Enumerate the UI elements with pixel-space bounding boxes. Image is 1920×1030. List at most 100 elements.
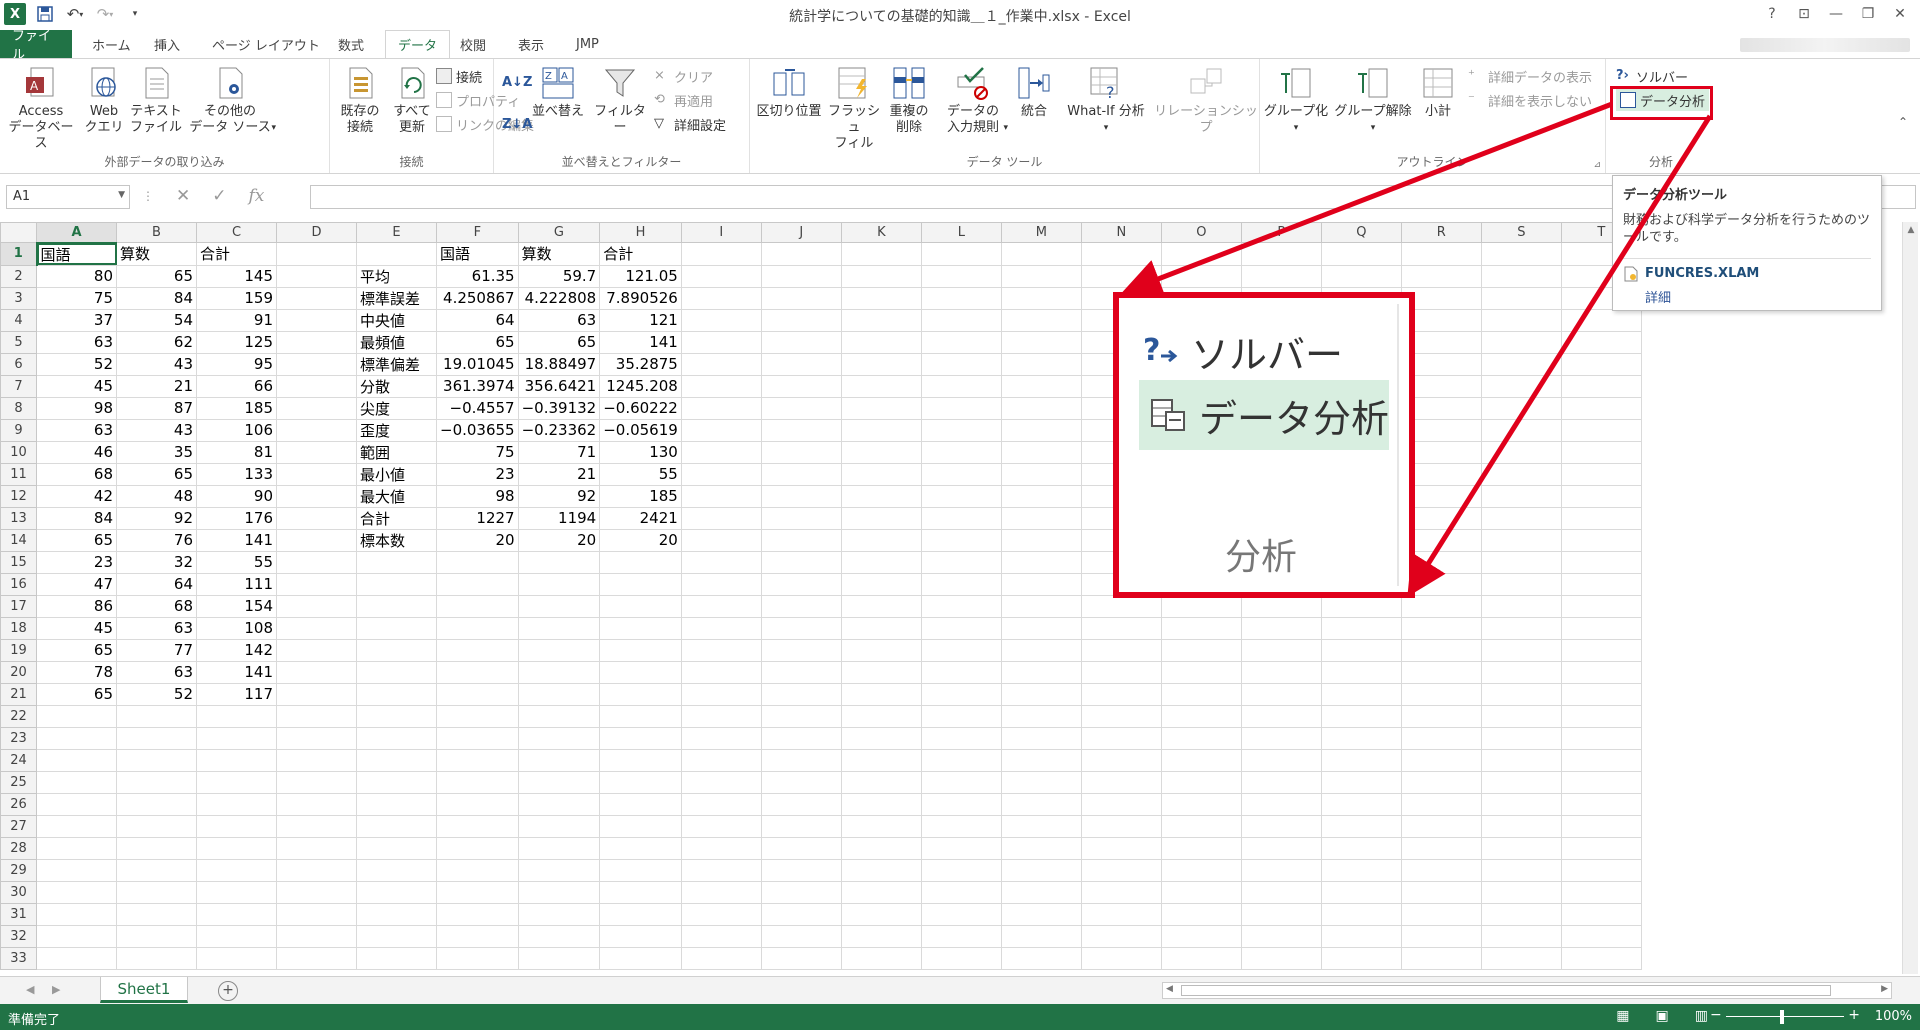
cell[interactable]: [840, 594, 922, 618]
cell[interactable]: 55: [196, 550, 277, 574]
tooltip-more-link[interactable]: 詳細: [1645, 287, 1671, 306]
cell[interactable]: [517, 770, 601, 794]
cell[interactable]: [680, 462, 762, 486]
cell[interactable]: 141: [196, 528, 277, 552]
cell[interactable]: 62: [116, 330, 197, 354]
cell[interactable]: [1560, 770, 1642, 794]
cell[interactable]: [1240, 924, 1322, 948]
cell[interactable]: [1560, 352, 1642, 376]
cell[interactable]: 23: [436, 462, 519, 486]
cell[interactable]: [1160, 946, 1242, 970]
cell[interactable]: [1480, 528, 1562, 552]
cell[interactable]: 81: [196, 440, 277, 464]
cell[interactable]: [1320, 616, 1402, 640]
cell[interactable]: [517, 902, 601, 926]
collapse-ribbon-icon[interactable]: ⌃: [1898, 115, 1908, 129]
cell[interactable]: [1560, 660, 1642, 684]
cell[interactable]: [1320, 924, 1402, 948]
clear-filter-button[interactable]: ⨯ クリア: [654, 65, 713, 87]
cell[interactable]: [1560, 572, 1642, 596]
cell[interactable]: 64: [116, 572, 197, 596]
cell[interactable]: [760, 418, 842, 442]
row-header[interactable]: 19: [0, 638, 37, 662]
cell[interactable]: [116, 836, 197, 860]
row-header[interactable]: 29: [0, 858, 37, 882]
cell[interactable]: [116, 858, 197, 882]
cell[interactable]: [1320, 594, 1402, 618]
cell[interactable]: [840, 616, 922, 640]
cell[interactable]: [1320, 242, 1402, 266]
cell[interactable]: [276, 374, 357, 398]
cell[interactable]: [680, 924, 762, 948]
cell[interactable]: [1160, 748, 1242, 772]
cell[interactable]: [1480, 330, 1562, 354]
cell[interactable]: [1080, 264, 1162, 288]
cell[interactable]: 66: [196, 374, 277, 398]
cell[interactable]: [517, 792, 601, 816]
row-header[interactable]: 28: [0, 836, 37, 860]
cell[interactable]: [680, 638, 762, 662]
cell[interactable]: [599, 946, 682, 970]
cell[interactable]: [920, 484, 1002, 508]
zoom-knob[interactable]: [1780, 1010, 1784, 1024]
cell[interactable]: [1560, 440, 1642, 464]
cell[interactable]: [1000, 638, 1082, 662]
cell[interactable]: [1000, 330, 1082, 354]
cancel-icon[interactable]: ✕: [176, 186, 190, 206]
column-header[interactable]: I: [680, 222, 762, 243]
cell[interactable]: [1000, 308, 1082, 332]
cell[interactable]: [1480, 924, 1562, 948]
show-detail-button[interactable]: ⁺ 詳細データの表示: [1468, 65, 1592, 87]
cell[interactable]: [276, 264, 357, 288]
data-validation-button[interactable]: データの 入力規則 ▾: [936, 65, 1010, 136]
undo-icon[interactable]: ↶ ▾: [64, 3, 86, 25]
cell[interactable]: [1400, 858, 1482, 882]
cell[interactable]: [1480, 682, 1562, 706]
cell[interactable]: [517, 924, 601, 948]
cell[interactable]: 63: [36, 418, 117, 442]
zoom-slider[interactable]: − +: [1710, 1007, 1860, 1027]
cell[interactable]: [920, 682, 1002, 706]
cell[interactable]: [276, 484, 357, 508]
column-header[interactable]: D: [276, 222, 357, 243]
cell[interactable]: 141: [599, 330, 682, 354]
cell[interactable]: [1000, 924, 1082, 948]
column-header[interactable]: C: [196, 222, 277, 243]
advanced-filter-button[interactable]: ▽ 詳細設定: [654, 113, 726, 135]
cell[interactable]: [920, 440, 1002, 464]
cell[interactable]: [276, 572, 357, 596]
vertical-scrollbar[interactable]: ▲: [1902, 222, 1918, 974]
cell[interactable]: 46: [36, 440, 117, 464]
ungroup-button[interactable]: グループ解除 ▾: [1332, 65, 1414, 136]
cell[interactable]: [1400, 682, 1482, 706]
cell[interactable]: −0.39132: [517, 396, 601, 420]
outline-dialog-launcher-icon[interactable]: ⊿: [1593, 160, 1601, 170]
cell[interactable]: [1160, 638, 1242, 662]
cell[interactable]: [1320, 858, 1402, 882]
cell[interactable]: [356, 814, 437, 838]
cell[interactable]: [517, 572, 601, 596]
cell[interactable]: 48: [116, 484, 197, 508]
cell[interactable]: [1240, 594, 1322, 618]
cell[interactable]: [760, 286, 842, 310]
cell[interactable]: [116, 924, 197, 948]
column-header[interactable]: F: [436, 222, 519, 243]
cell[interactable]: [1240, 682, 1322, 706]
cell[interactable]: [517, 660, 601, 684]
cell[interactable]: [1560, 528, 1642, 552]
cell[interactable]: [1560, 396, 1642, 420]
cell[interactable]: [1080, 924, 1162, 948]
cell[interactable]: 52: [116, 682, 197, 706]
cell[interactable]: 65: [36, 682, 117, 706]
cell[interactable]: [1560, 374, 1642, 398]
cell[interactable]: [196, 924, 277, 948]
cell[interactable]: [1400, 748, 1482, 772]
cell[interactable]: [1480, 572, 1562, 596]
next-sheet-icon[interactable]: ▶: [52, 983, 60, 996]
cell[interactable]: [276, 704, 357, 728]
cell[interactable]: [1240, 264, 1322, 288]
cell[interactable]: [1080, 638, 1162, 662]
cell[interactable]: [1080, 660, 1162, 684]
cell[interactable]: 142: [196, 638, 277, 662]
cell[interactable]: [1480, 814, 1562, 838]
